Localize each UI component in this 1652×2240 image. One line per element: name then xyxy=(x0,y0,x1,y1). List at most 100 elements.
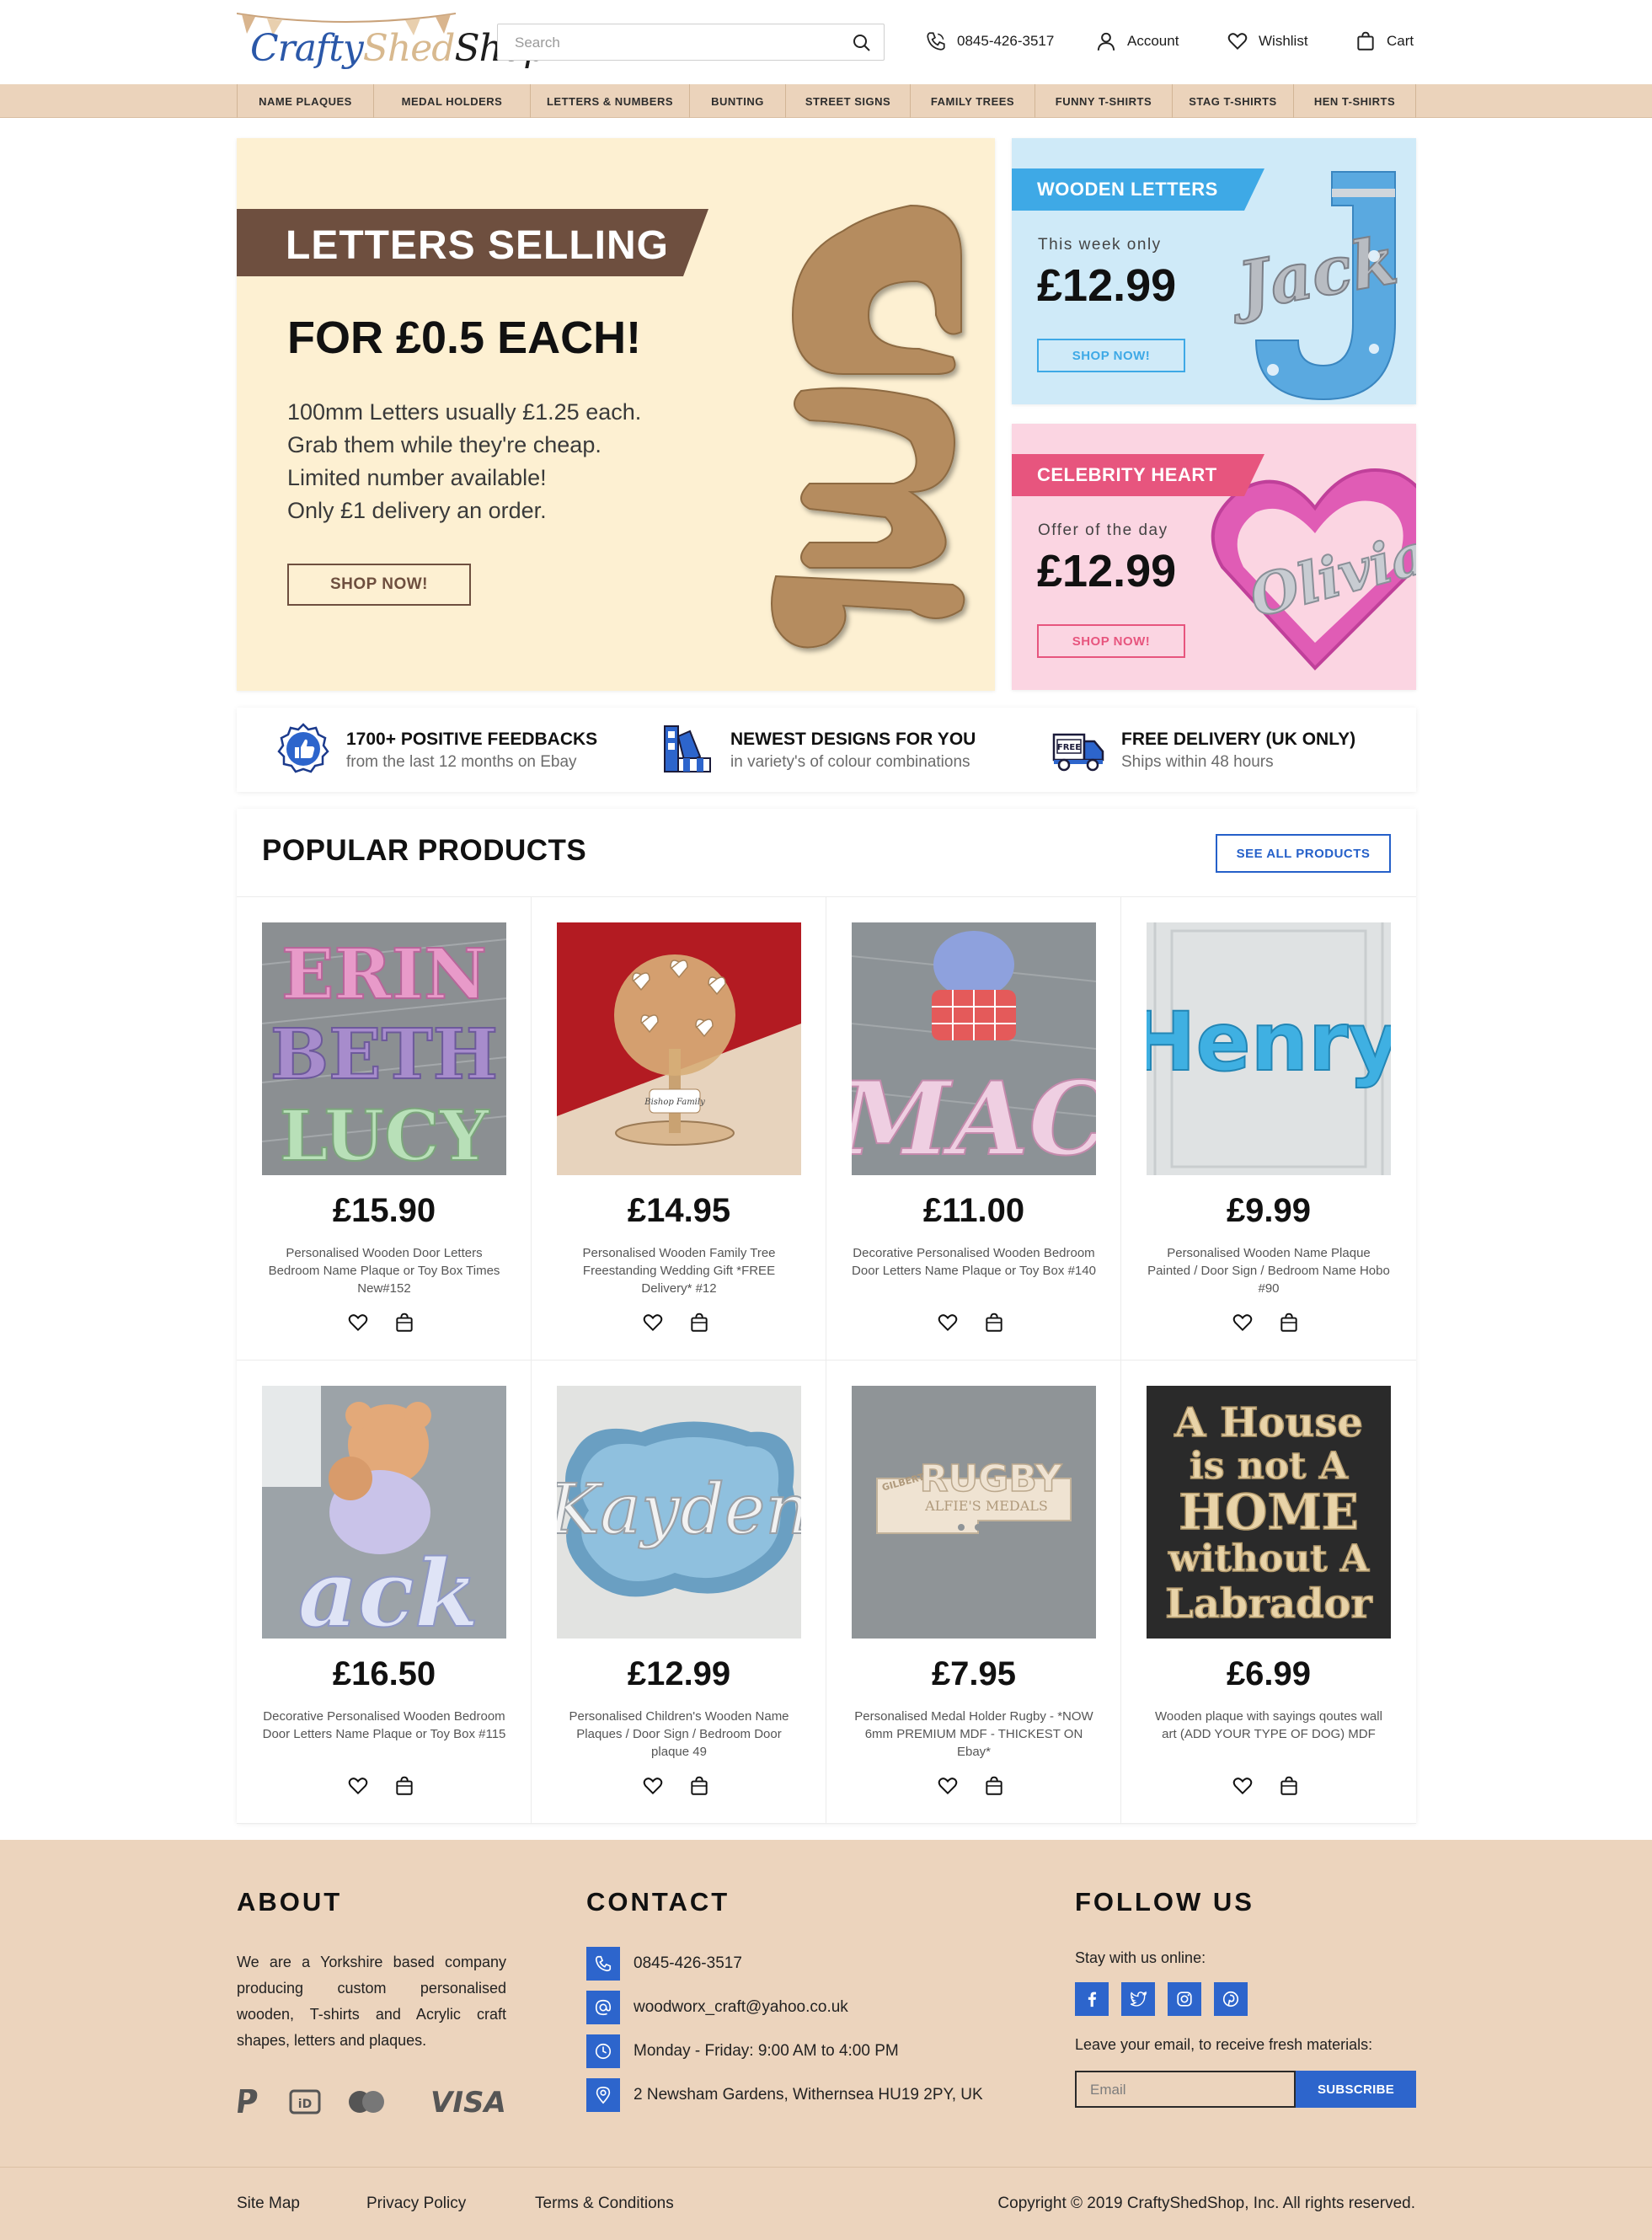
nav-item-funny-tshirts[interactable]: FUNNY T-SHIRTS xyxy=(1035,84,1172,118)
ideal-icon: iD xyxy=(289,2089,321,2114)
privacy-policy-link[interactable]: Privacy Policy xyxy=(366,2195,466,2213)
user-icon xyxy=(1097,32,1115,51)
site-header: CraftyShedShop 0845-426-3517 Account Wis… xyxy=(0,0,1652,84)
pinterest-link[interactable] xyxy=(1214,1982,1248,2016)
category-nav: NAME PLAQUES MEDAL HOLDERS LETTERS & NUM… xyxy=(0,84,1652,118)
wooden-letters-image xyxy=(771,204,965,649)
contact-phone[interactable]: 0845-426-3517 xyxy=(586,1947,742,1981)
color-swatch-icon xyxy=(664,725,711,773)
product-title[interactable]: Personalised Children's Wooden Name Plaq… xyxy=(557,1708,801,1761)
product-image[interactable]: Kayden xyxy=(557,1386,801,1639)
product-image[interactable]: Bishop Family xyxy=(557,922,801,1175)
nav-item-family-trees[interactable]: FAMILY TREES xyxy=(910,84,1035,118)
add-to-cart-button[interactable] xyxy=(688,1775,714,1800)
instagram-icon xyxy=(1177,1991,1192,2007)
see-all-products-button[interactable]: SEE ALL PRODUCTS xyxy=(1216,834,1391,873)
add-to-cart-button[interactable] xyxy=(1278,1775,1303,1800)
promo-shop-now-button[interactable]: SHOP NOW! xyxy=(1037,339,1185,372)
search-icon[interactable] xyxy=(852,33,872,53)
delivery-truck-icon: FREE xyxy=(1052,733,1104,772)
product-title[interactable]: Personalised Wooden Family Tree Freestan… xyxy=(557,1244,801,1297)
site-logo[interactable]: CraftyShedShop xyxy=(237,12,548,72)
product-title[interactable]: Wooden plaque with sayings qoutes wall a… xyxy=(1147,1708,1391,1743)
add-to-cart-button[interactable] xyxy=(1278,1312,1303,1337)
add-to-wishlist-button[interactable] xyxy=(347,1312,372,1337)
product-image[interactable]: A House is not A HOME without A Labrador xyxy=(1147,1386,1391,1639)
feature-subtitle: in variety's of colour combinations xyxy=(730,753,970,771)
nav-item-hen-tshirts[interactable]: HEN T-SHIRTS xyxy=(1293,84,1416,118)
contact-text: woodworx_craft@yahoo.co.uk xyxy=(634,1998,848,2016)
product-title[interactable]: Personalised Wooden Door Letters Bedroom… xyxy=(262,1244,506,1297)
product-image[interactable]: RUGBY GILBERT ALFIE'S MEDALS xyxy=(852,1386,1096,1639)
nav-item-bunting[interactable]: BUNTING xyxy=(689,84,785,118)
wishlist-link[interactable]: Wishlist xyxy=(1227,29,1308,54)
product-card[interactable]: Henry £9.99 Personalised Wooden Name Pla… xyxy=(1121,897,1416,1361)
add-to-cart-button[interactable] xyxy=(688,1312,714,1337)
contact-text: Monday - Friday: 9:00 AM to 4:00 PM xyxy=(634,2042,899,2060)
search-input[interactable] xyxy=(515,33,818,53)
product-card[interactable]: Kayden £12.99 Personalised Children's Wo… xyxy=(532,1361,826,1824)
sitemap-link[interactable]: Site Map xyxy=(237,2195,300,2213)
nav-item-street-signs[interactable]: STREET SIGNS xyxy=(785,84,910,118)
instagram-link[interactable] xyxy=(1168,1982,1201,2016)
product-title[interactable]: Personalised Wooden Name Plaque Painted … xyxy=(1147,1244,1391,1297)
product-card[interactable]: ack £16.50 Decorative Personalised Woode… xyxy=(237,1361,532,1824)
add-to-wishlist-button[interactable] xyxy=(347,1775,372,1800)
product-title[interactable]: Decorative Personalised Wooden Bedroom D… xyxy=(852,1244,1096,1280)
product-title[interactable]: Personalised Medal Holder Rugby - *NOW 6… xyxy=(852,1708,1096,1761)
account-link[interactable]: Account xyxy=(1095,29,1179,54)
nav-item-medal-holders[interactable]: MEDAL HOLDERS xyxy=(373,84,530,118)
promo-shop-now-button[interactable]: SHOP NOW! xyxy=(1037,624,1185,658)
subscribe-button[interactable]: SUBSCRIBE xyxy=(1296,2071,1416,2108)
promo-price: £12.99 xyxy=(1037,546,1177,596)
product-image[interactable]: MAC xyxy=(852,922,1096,1175)
facebook-link[interactable] xyxy=(1075,1982,1109,2016)
hero-description: 100mm Letters usually £1.25 each. Grab t… xyxy=(287,396,641,527)
nav-item-name-plaques[interactable]: NAME PLAQUES xyxy=(237,84,373,118)
twitter-link[interactable] xyxy=(1121,1982,1155,2016)
product-image[interactable]: ERIN BETH LUCY xyxy=(262,922,506,1175)
contact-hours: Monday - Friday: 9:00 AM to 4:00 PM xyxy=(586,2034,899,2068)
newsletter-text: Leave your email, to receive fresh mater… xyxy=(1075,2036,1373,2053)
product-card[interactable]: MAC £11.00 Decorative Personalised Woode… xyxy=(826,897,1121,1361)
add-to-cart-button[interactable] xyxy=(983,1312,1008,1337)
phone-number: 0845-426-3517 xyxy=(957,33,1055,49)
add-to-wishlist-button[interactable] xyxy=(937,1312,962,1337)
features-bar: 1700+ POSITIVE FEEDBACKS from the last 1… xyxy=(237,708,1416,792)
svg-text:without A: without A xyxy=(1168,1537,1370,1580)
hero-shop-now-button[interactable]: SHOP NOW! xyxy=(287,564,471,606)
shopping-bag-icon xyxy=(1280,1312,1297,1332)
svg-text:Henry: Henry xyxy=(1147,995,1391,1089)
paypal-icon xyxy=(238,2089,258,2113)
contact-email[interactable]: woodworx_craft@yahoo.co.uk xyxy=(586,1991,848,2024)
add-to-wishlist-button[interactable] xyxy=(642,1312,667,1337)
location-pin-icon xyxy=(596,2087,611,2104)
add-to-wishlist-button[interactable] xyxy=(1232,1775,1257,1800)
add-to-cart-button[interactable] xyxy=(393,1312,419,1337)
add-to-cart-button[interactable] xyxy=(393,1775,419,1800)
product-image[interactable]: Henry xyxy=(1147,922,1391,1175)
facebook-icon xyxy=(1088,1991,1097,2007)
add-to-cart-button[interactable] xyxy=(983,1775,1008,1800)
nav-item-letters-numbers[interactable]: LETTERS & NUMBERS xyxy=(530,84,689,118)
cart-link[interactable]: Cart xyxy=(1355,29,1414,54)
product-title[interactable]: Decorative Personalised Wooden Bedroom D… xyxy=(262,1708,506,1743)
promo-note: Offer of the day xyxy=(1038,521,1168,539)
add-to-wishlist-button[interactable] xyxy=(642,1775,667,1800)
email-field[interactable] xyxy=(1090,2081,1275,2099)
section-title: POPULAR PRODUCTS xyxy=(262,834,587,867)
hero-line: Only £1 delivery an order. xyxy=(287,498,547,523)
nav-item-stag-tshirts[interactable]: STAG T-SHIRTS xyxy=(1172,84,1293,118)
hero-banner: LETTERS SELLING FOR £0.5 EACH! 100mm Let… xyxy=(237,138,995,691)
terms-link[interactable]: Terms & Conditions xyxy=(535,2195,674,2213)
heart-icon xyxy=(938,1778,958,1795)
product-card[interactable]: RUGBY GILBERT ALFIE'S MEDALS £7.95 Perso… xyxy=(826,1361,1121,1824)
product-card[interactable]: ERIN BETH LUCY £15.90 Personalised Woode… xyxy=(237,897,532,1361)
phone-link[interactable]: 0845-426-3517 xyxy=(925,29,1054,54)
product-image[interactable]: ack xyxy=(262,1386,506,1639)
product-card[interactable]: Bishop Family £14.95 Personalised Wooden… xyxy=(532,897,826,1361)
product-card[interactable]: A House is not A HOME without A Labrador… xyxy=(1121,1361,1416,1824)
add-to-wishlist-button[interactable] xyxy=(1232,1312,1257,1337)
add-to-wishlist-button[interactable] xyxy=(937,1775,962,1800)
product-price: £12.99 xyxy=(627,1655,731,1692)
